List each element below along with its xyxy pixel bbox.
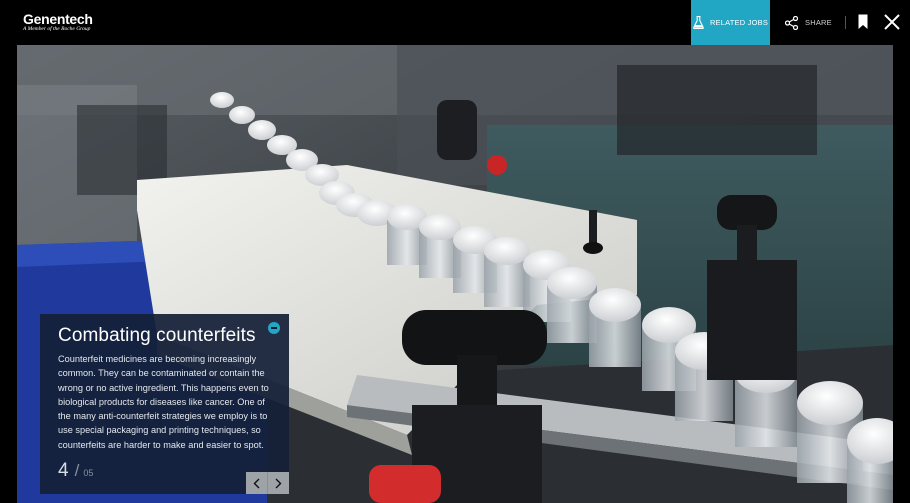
chevron-left-icon	[253, 478, 260, 488]
next-slide-button[interactable]	[267, 472, 289, 494]
close-icon	[884, 14, 900, 30]
related-jobs-label: RELATED JOBS	[709, 18, 769, 27]
logo-wordmark: Genentech	[23, 11, 93, 27]
slide-description: Counterfeit medicines are becoming incre…	[58, 354, 269, 450]
logo-tagline: A Member of the Roche Group	[23, 26, 91, 32]
top-bar: Genentech A Member of the Roche Group RE…	[0, 0, 910, 45]
share-label: SHARE	[805, 18, 832, 27]
bookmark-icon	[858, 14, 868, 29]
flask-icon	[693, 16, 704, 29]
related-jobs-button[interactable]: RELATED JOBS	[691, 0, 770, 45]
counter-separator: /	[74, 461, 80, 480]
header-divider	[845, 16, 846, 29]
slide-title: Combating counterfeits	[58, 325, 256, 346]
previous-slide-button[interactable]	[246, 472, 267, 494]
slide-navigation	[246, 472, 289, 494]
slide-caption-panel: Combating counterfeits Counterfeit medic…	[40, 314, 289, 494]
slide-counter: 4 /05	[58, 460, 93, 482]
current-slide-number: 4	[58, 460, 69, 481]
bookmark-button[interactable]	[858, 14, 868, 35]
total-slides: 05	[83, 468, 94, 478]
genentech-logo[interactable]: Genentech A Member of the Roche Group	[23, 12, 93, 33]
share-button[interactable]: SHARE	[785, 0, 832, 45]
close-button[interactable]	[884, 14, 900, 35]
minus-icon[interactable]	[268, 322, 280, 334]
chevron-right-icon	[275, 478, 282, 488]
share-icon	[785, 15, 798, 30]
